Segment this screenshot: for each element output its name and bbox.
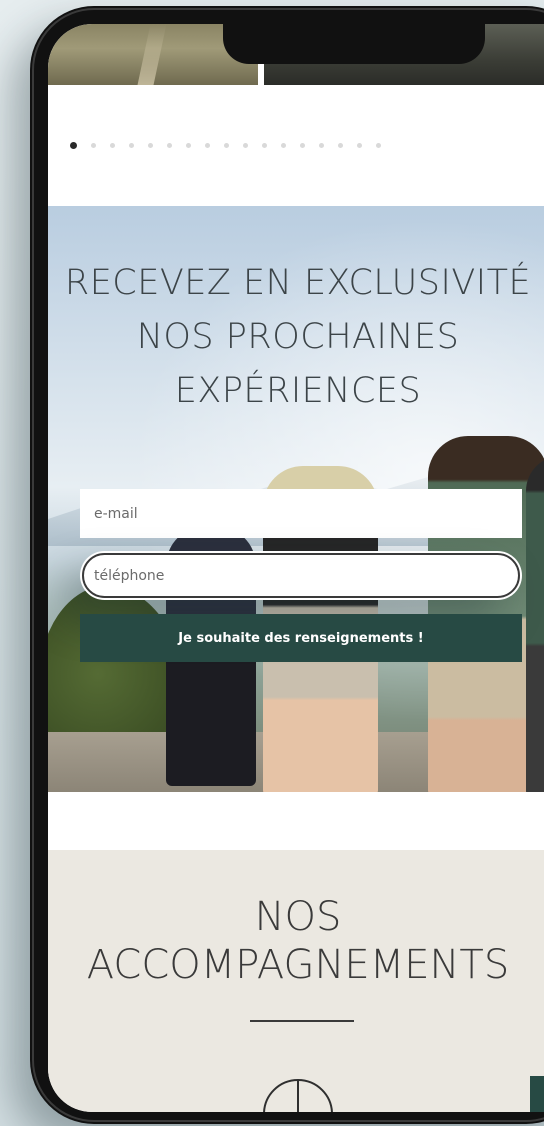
newsletter-title: RECEVEZ EN EXCLUSIVITÉ NOS PROCHAINES EX… (64, 263, 532, 411)
carousel-dot[interactable] (167, 143, 172, 148)
carousel-dot[interactable] (376, 143, 381, 148)
mockup-scene: RECEVEZ EN EXCLUSIVITÉ NOS PROCHAINES EX… (0, 0, 544, 1126)
carousel-pagination (70, 142, 381, 149)
phone-screen: RECEVEZ EN EXCLUSIVITÉ NOS PROCHAINES EX… (48, 24, 544, 1112)
section-spacer (48, 792, 544, 850)
carousel-dot[interactable] (129, 143, 134, 148)
hiker-figure (526, 456, 544, 792)
carousel-dot[interactable] (224, 143, 229, 148)
title-divider (250, 1020, 354, 1022)
carousel-dot[interactable] (91, 143, 96, 148)
carousel-dot[interactable] (148, 143, 153, 148)
carousel-dot[interactable] (110, 143, 115, 148)
carousel-dot-active[interactable] (70, 142, 77, 149)
carousel-dot[interactable] (186, 143, 191, 148)
phone-placeholder: téléphone (94, 567, 165, 584)
email-field[interactable]: e-mail (80, 489, 522, 538)
compass-icon (263, 1079, 333, 1112)
phone-field[interactable]: téléphone (80, 551, 522, 600)
accompagnements-title: NOS ACCOMPAGNEMENTS (86, 894, 510, 988)
carousel-dot[interactable] (338, 143, 343, 148)
request-info-button[interactable]: Je souhaite des renseignements ! (80, 614, 522, 662)
phone-notch (223, 24, 485, 64)
carousel-dot[interactable] (357, 143, 362, 148)
side-tab-button[interactable] (530, 1076, 544, 1112)
carousel-dot[interactable] (300, 143, 305, 148)
carousel-dot[interactable] (319, 143, 324, 148)
carousel-dot[interactable] (205, 143, 210, 148)
newsletter-section: RECEVEZ EN EXCLUSIVITÉ NOS PROCHAINES EX… (48, 206, 544, 792)
email-placeholder: e-mail (94, 505, 138, 522)
accompagnements-section: NOS ACCOMPAGNEMENTS (48, 850, 544, 1112)
carousel-dot[interactable] (243, 143, 248, 148)
carousel-dot[interactable] (281, 143, 286, 148)
carousel-dot[interactable] (262, 143, 267, 148)
